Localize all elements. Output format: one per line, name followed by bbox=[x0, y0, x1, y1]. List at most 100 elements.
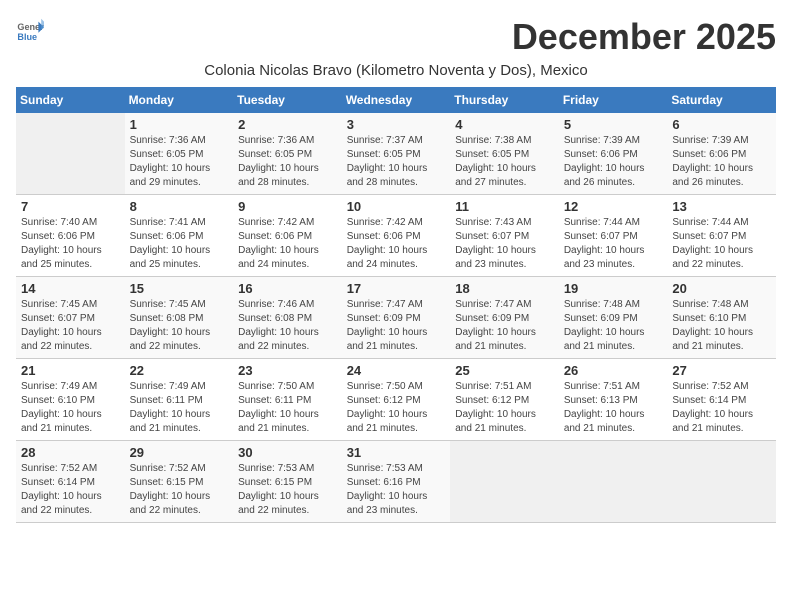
day-number: 12 bbox=[564, 199, 663, 214]
day-cell: 23Sunrise: 7:50 AM Sunset: 6:11 PM Dayli… bbox=[233, 359, 342, 441]
day-info: Sunrise: 7:44 AM Sunset: 6:07 PM Dayligh… bbox=[564, 216, 663, 272]
day-number: 6 bbox=[672, 117, 771, 132]
day-info: Sunrise: 7:50 AM Sunset: 6:12 PM Dayligh… bbox=[347, 380, 446, 436]
day-info: Sunrise: 7:52 AM Sunset: 6:14 PM Dayligh… bbox=[21, 462, 120, 518]
header-saturday: Saturday bbox=[667, 87, 776, 113]
day-cell: 8 Sunrise: 7:41 AM Sunset: 6:06 PM Daylig… bbox=[125, 195, 234, 277]
week-row-4: 28 Sunrise: 7:52 AM Sunset: 6:14 PM Dayli… bbox=[16, 441, 776, 523]
day-number: 16 bbox=[238, 281, 337, 296]
day-number: 31 bbox=[347, 445, 446, 460]
logo: General Blue bbox=[16, 16, 44, 44]
day-cell: 6 Sunrise: 7:39 AM Sunset: 6:06 PM Daylig… bbox=[667, 113, 776, 195]
day-info: Sunrise: 7:37 AM Sunset: 6:05 PM Dayligh… bbox=[347, 134, 446, 190]
day-cell: 18 Sunrise: 7:47 AM Sunset: 6:09 PM Dayli… bbox=[450, 277, 559, 359]
day-cell: 28 Sunrise: 7:52 AM Sunset: 6:14 PM Dayli… bbox=[16, 441, 125, 523]
day-info: Sunrise: 7:45 AM Sunset: 6:07 PM Dayligh… bbox=[21, 298, 120, 354]
day-info: Sunrise: 7:46 AM Sunset: 6:08 PM Dayligh… bbox=[238, 298, 337, 354]
day-cell: 7Sunrise: 7:40 AM Sunset: 6:06 PM Daylig… bbox=[16, 195, 125, 277]
day-info: Sunrise: 7:39 AM Sunset: 6:06 PM Dayligh… bbox=[564, 134, 663, 190]
day-info: Sunrise: 7:53 AM Sunset: 6:15 PM Dayligh… bbox=[238, 462, 337, 518]
day-number: 2 bbox=[238, 117, 337, 132]
header-monday: Monday bbox=[125, 87, 234, 113]
day-cell: 15 Sunrise: 7:45 AM Sunset: 6:08 PM Dayli… bbox=[125, 277, 234, 359]
month-title: December 2025 bbox=[512, 16, 776, 58]
day-number: 10 bbox=[347, 199, 446, 214]
day-cell: 2 Sunrise: 7:36 AM Sunset: 6:05 PM Daylig… bbox=[233, 113, 342, 195]
day-number: 27 bbox=[672, 363, 771, 378]
day-number: 5 bbox=[564, 117, 663, 132]
header-friday: Friday bbox=[559, 87, 668, 113]
day-cell bbox=[450, 441, 559, 523]
header-wednesday: Wednesday bbox=[342, 87, 451, 113]
day-info: Sunrise: 7:41 AM Sunset: 6:06 PM Dayligh… bbox=[130, 216, 229, 272]
day-info: Sunrise: 7:52 AM Sunset: 6:15 PM Dayligh… bbox=[130, 462, 229, 518]
day-cell bbox=[16, 113, 125, 195]
day-number: 30 bbox=[238, 445, 337, 460]
header-tuesday: Tuesday bbox=[233, 87, 342, 113]
day-cell: 21 Sunrise: 7:49 AM Sunset: 6:10 PM Dayli… bbox=[16, 359, 125, 441]
day-cell: 10 Sunrise: 7:42 AM Sunset: 6:06 PM Dayli… bbox=[342, 195, 451, 277]
week-row-1: 7Sunrise: 7:40 AM Sunset: 6:06 PM Daylig… bbox=[16, 195, 776, 277]
day-info: Sunrise: 7:48 AM Sunset: 6:10 PM Dayligh… bbox=[672, 298, 771, 354]
day-number: 17 bbox=[347, 281, 446, 296]
day-info: Sunrise: 7:49 AM Sunset: 6:10 PM Dayligh… bbox=[21, 380, 120, 436]
day-info: Sunrise: 7:45 AM Sunset: 6:08 PM Dayligh… bbox=[130, 298, 229, 354]
day-info: Sunrise: 7:42 AM Sunset: 6:06 PM Dayligh… bbox=[347, 216, 446, 272]
day-number: 28 bbox=[21, 445, 120, 460]
day-info: Sunrise: 7:38 AM Sunset: 6:05 PM Dayligh… bbox=[455, 134, 554, 190]
day-cell: 29Sunrise: 7:52 AM Sunset: 6:15 PM Dayli… bbox=[125, 441, 234, 523]
day-info: Sunrise: 7:42 AM Sunset: 6:06 PM Dayligh… bbox=[238, 216, 337, 272]
day-number: 20 bbox=[672, 281, 771, 296]
logo-icon: General Blue bbox=[16, 16, 44, 44]
day-cell: 5 Sunrise: 7:39 AM Sunset: 6:06 PM Daylig… bbox=[559, 113, 668, 195]
day-cell bbox=[667, 441, 776, 523]
day-cell: 14 Sunrise: 7:45 AM Sunset: 6:07 PM Dayli… bbox=[16, 277, 125, 359]
day-cell: 1Sunrise: 7:36 AM Sunset: 6:05 PM Daylig… bbox=[125, 113, 234, 195]
day-number: 7 bbox=[21, 199, 120, 214]
day-number: 1 bbox=[130, 117, 229, 132]
day-number: 25 bbox=[455, 363, 554, 378]
day-number: 24 bbox=[347, 363, 446, 378]
day-number: 13 bbox=[672, 199, 771, 214]
day-cell: 30 Sunrise: 7:53 AM Sunset: 6:15 PM Dayli… bbox=[233, 441, 342, 523]
day-number: 8 bbox=[130, 199, 229, 214]
day-number: 9 bbox=[238, 199, 337, 214]
day-number: 15 bbox=[130, 281, 229, 296]
header: General Blue December 2025 bbox=[16, 16, 776, 58]
day-cell: 16 Sunrise: 7:46 AM Sunset: 6:08 PM Dayli… bbox=[233, 277, 342, 359]
day-info: Sunrise: 7:44 AM Sunset: 6:07 PM Dayligh… bbox=[672, 216, 771, 272]
day-cell: 25Sunrise: 7:51 AM Sunset: 6:12 PM Dayli… bbox=[450, 359, 559, 441]
day-number: 26 bbox=[564, 363, 663, 378]
location-title: Colonia Nicolas Bravo (Kilometro Noventa… bbox=[16, 62, 776, 79]
day-cell: 4 Sunrise: 7:38 AM Sunset: 6:05 PM Daylig… bbox=[450, 113, 559, 195]
day-cell: 26 Sunrise: 7:51 AM Sunset: 6:13 PM Dayli… bbox=[559, 359, 668, 441]
day-cell: 24 Sunrise: 7:50 AM Sunset: 6:12 PM Dayli… bbox=[342, 359, 451, 441]
day-info: Sunrise: 7:51 AM Sunset: 6:13 PM Dayligh… bbox=[564, 380, 663, 436]
day-number: 22 bbox=[130, 363, 229, 378]
calendar-header-row: SundayMondayTuesdayWednesdayThursdayFrid… bbox=[16, 87, 776, 113]
day-number: 4 bbox=[455, 117, 554, 132]
day-number: 11 bbox=[455, 199, 554, 214]
day-number: 14 bbox=[21, 281, 120, 296]
day-info: Sunrise: 7:39 AM Sunset: 6:06 PM Dayligh… bbox=[672, 134, 771, 190]
day-info: Sunrise: 7:36 AM Sunset: 6:05 PM Dayligh… bbox=[238, 134, 337, 190]
day-info: Sunrise: 7:43 AM Sunset: 6:07 PM Dayligh… bbox=[455, 216, 554, 272]
day-number: 21 bbox=[21, 363, 120, 378]
day-cell: 13 Sunrise: 7:44 AM Sunset: 6:07 PM Dayli… bbox=[667, 195, 776, 277]
day-number: 18 bbox=[455, 281, 554, 296]
day-number: 19 bbox=[564, 281, 663, 296]
day-info: Sunrise: 7:48 AM Sunset: 6:09 PM Dayligh… bbox=[564, 298, 663, 354]
day-info: Sunrise: 7:47 AM Sunset: 6:09 PM Dayligh… bbox=[455, 298, 554, 354]
week-row-3: 21 Sunrise: 7:49 AM Sunset: 6:10 PM Dayli… bbox=[16, 359, 776, 441]
day-cell: 17 Sunrise: 7:47 AM Sunset: 6:09 PM Dayli… bbox=[342, 277, 451, 359]
header-sunday: Sunday bbox=[16, 87, 125, 113]
header-thursday: Thursday bbox=[450, 87, 559, 113]
week-row-2: 14 Sunrise: 7:45 AM Sunset: 6:07 PM Dayli… bbox=[16, 277, 776, 359]
day-cell: 27 Sunrise: 7:52 AM Sunset: 6:14 PM Dayli… bbox=[667, 359, 776, 441]
day-info: Sunrise: 7:52 AM Sunset: 6:14 PM Dayligh… bbox=[672, 380, 771, 436]
day-number: 3 bbox=[347, 117, 446, 132]
day-cell: 11 Sunrise: 7:43 AM Sunset: 6:07 PM Dayli… bbox=[450, 195, 559, 277]
day-cell: 22Sunrise: 7:49 AM Sunset: 6:11 PM Dayli… bbox=[125, 359, 234, 441]
day-info: Sunrise: 7:53 AM Sunset: 6:16 PM Dayligh… bbox=[347, 462, 446, 518]
day-info: Sunrise: 7:47 AM Sunset: 6:09 PM Dayligh… bbox=[347, 298, 446, 354]
